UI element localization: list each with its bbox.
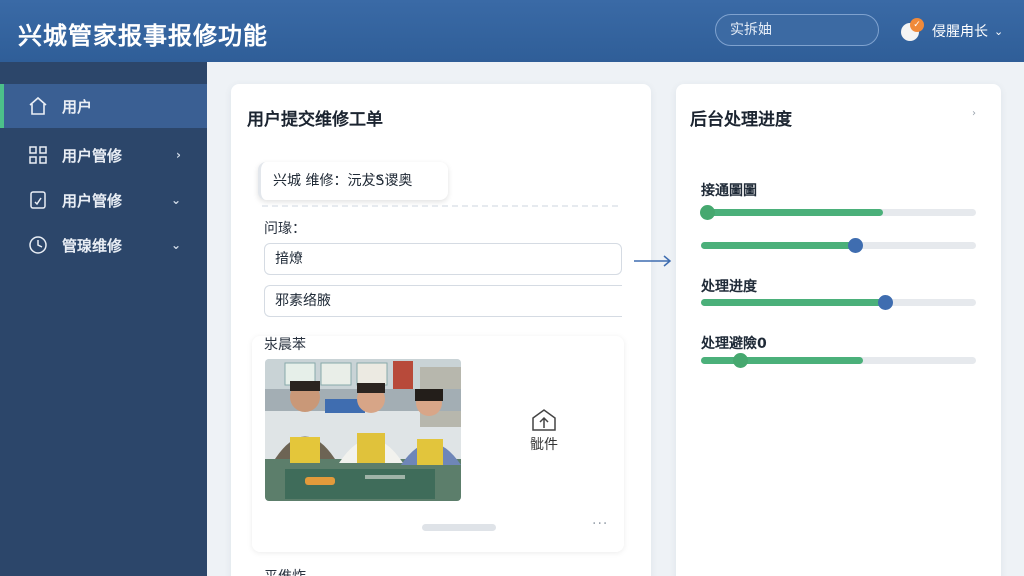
- progress-knob[interactable]: [700, 205, 715, 220]
- sidebar-item-user-repair-2[interactable]: 用户管修 ⌄: [0, 178, 207, 222]
- progress-label: 处理避險0: [701, 336, 767, 352]
- progress-fill: [701, 357, 863, 364]
- top-header: 兴城管家报事报修功能 实拆妯 ✓ 侵腥甪长 ⌄: [0, 0, 1024, 62]
- progress-title: 后台处理进度: [690, 110, 792, 130]
- upload-button[interactable]: 骴件: [514, 408, 574, 454]
- chevron-down-icon[interactable]: ⌄: [994, 25, 1003, 38]
- repair-type-chip[interactable]: 兴城 维修：沅犮̀S谡奥: [258, 162, 448, 200]
- progress-label: 处理进度: [701, 279, 757, 295]
- repair-form-title: 用户提交维修工单: [247, 110, 383, 130]
- progress-fill: [701, 242, 855, 249]
- upload-icon: [514, 408, 574, 434]
- progress-fill: [701, 299, 885, 306]
- sidebar-item-user-repair[interactable]: 用户管修 ›: [0, 133, 207, 177]
- chevron-right-icon[interactable]: ›: [972, 108, 976, 119]
- sidebar-item-manage-repair[interactable]: 管瑔维修 ⌄: [0, 223, 207, 267]
- more-icon[interactable]: ···: [592, 516, 608, 532]
- user-menu[interactable]: ✓ 侵腥甪长 ⌄: [898, 14, 1003, 48]
- clock-icon: [28, 235, 48, 255]
- sidebar-item-label: 用户: [62, 97, 93, 116]
- app-title: 兴城管家报事报修功能: [18, 22, 268, 50]
- sidebar: 用户 用户管修 › 用户管修 ⌄ 管瑔维修 ⌄: [0, 62, 207, 576]
- progress-card: [676, 84, 1001, 576]
- sidebar-item-label: 用户管修: [62, 191, 123, 210]
- progress-track[interactable]: [701, 295, 976, 310]
- progress-knob[interactable]: [878, 295, 893, 310]
- issue-field[interactable]: 揞燎: [264, 243, 622, 275]
- progress-label: 接通圖圖: [701, 183, 757, 199]
- progress-track[interactable]: [701, 353, 976, 368]
- chevron-down-icon: ⌄: [170, 193, 181, 207]
- avatar[interactable]: ✓: [898, 18, 924, 44]
- progress-track[interactable]: [701, 238, 976, 253]
- progress-knob[interactable]: [733, 353, 748, 368]
- photo-label: 汖晨苯: [264, 337, 306, 353]
- description-field[interactable]: 邪素络腋: [264, 285, 622, 317]
- grid-icon: [28, 145, 48, 165]
- user-name[interactable]: 侵腥甪长: [932, 21, 988, 41]
- progress-track[interactable]: [700, 205, 976, 220]
- progress-knob[interactable]: [848, 238, 863, 253]
- chevron-down-icon: ⌄: [170, 238, 181, 252]
- bottom-field-label: 平倠炸: [264, 566, 306, 576]
- sidebar-item-user[interactable]: 用户: [0, 84, 207, 128]
- upload-label: 骴件: [530, 437, 558, 453]
- repair-photo: [265, 359, 461, 501]
- scrollbar[interactable]: [422, 524, 496, 531]
- chevron-right-icon: ›: [176, 148, 181, 162]
- sidebar-item-label: 管瑔维修: [62, 236, 123, 255]
- divider: [262, 205, 622, 207]
- sidebar-item-label: 用户管修: [62, 146, 123, 165]
- progress-fill: [701, 209, 883, 216]
- home-icon: [28, 96, 48, 116]
- arrow-right-icon: [634, 255, 672, 267]
- search-input[interactable]: 实拆妯: [715, 14, 879, 46]
- notification-badge: ✓: [910, 18, 924, 32]
- issue-label: 问瑑：: [264, 221, 306, 237]
- document-icon: [28, 190, 48, 210]
